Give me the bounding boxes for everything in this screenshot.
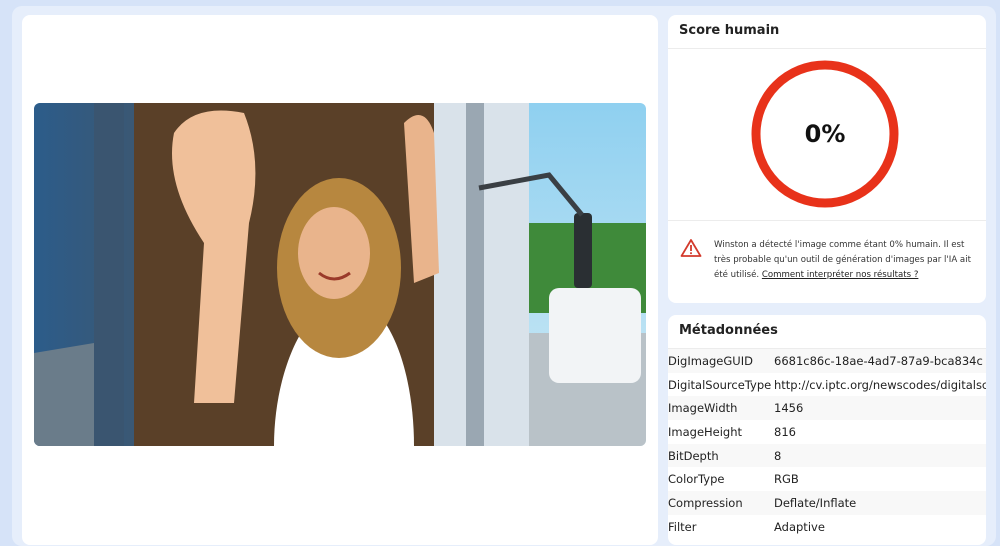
metadata-key: ImageWidth (668, 401, 738, 416)
metadata-key: ImageHeight (668, 424, 743, 439)
metadata-key: DigitalSourceType (668, 377, 772, 392)
table-row: DigitalSourceType http://cv.iptc.org/new… (668, 373, 986, 397)
metadata-value: 1456 (774, 401, 804, 416)
metadata-key: Filter (668, 519, 697, 534)
table-row: Compression Deflate/Inflate (668, 491, 986, 515)
metadata-value: 816 (774, 424, 796, 439)
metadata-key: Compression (668, 495, 743, 510)
metadata-key: DigImageGUID (668, 353, 753, 368)
table-row: Filter Adaptive (668, 515, 986, 539)
analyzed-image (34, 103, 646, 446)
metadata-value: http://cv.iptc.org/newscodes/digitalsc (774, 377, 986, 392)
table-row: DigImageGUID 6681c86c-18ae-4ad7-87a9-bca… (668, 349, 986, 373)
human-score-value: 0% (804, 120, 846, 148)
metadata-key: ColorType (668, 472, 725, 487)
metadata-value: RGB (774, 472, 799, 487)
metadata-value: 6681c86c-18ae-4ad7-87a9-bca834c (774, 353, 983, 368)
metadata-panel: Métadonnées DigImageGUID 6681c86c-18ae-4… (668, 315, 986, 545)
divider (668, 220, 986, 221)
metadata-key: BitDepth (668, 448, 719, 463)
metadata-title: Métadonnées (679, 323, 778, 338)
table-row: ColorType RGB (668, 467, 986, 491)
divider (668, 48, 986, 49)
human-score-gauge: 0% (750, 59, 900, 209)
metadata-value: Deflate/Inflate (774, 495, 857, 510)
table-row: BitDepth 8 (668, 443, 986, 468)
ai-detection-message: Winston a détecté l'image comme étant 0%… (714, 238, 976, 283)
warning-triangle-icon (680, 238, 702, 258)
results-help-link[interactable]: Comment interpréter nos résultats ? (762, 270, 919, 280)
human-score-panel: Score humain 0% Winston a détecté l'imag… (668, 15, 986, 303)
metadata-table: DigImageGUID 6681c86c-18ae-4ad7-87a9-bca… (668, 349, 986, 539)
table-row: ImageWidth 1456 (668, 396, 986, 421)
metadata-value: 8 (774, 448, 782, 463)
metadata-value: Adaptive (774, 519, 825, 534)
human-score-title: Score humain (679, 23, 780, 38)
table-row: ImageHeight 816 (668, 420, 986, 444)
